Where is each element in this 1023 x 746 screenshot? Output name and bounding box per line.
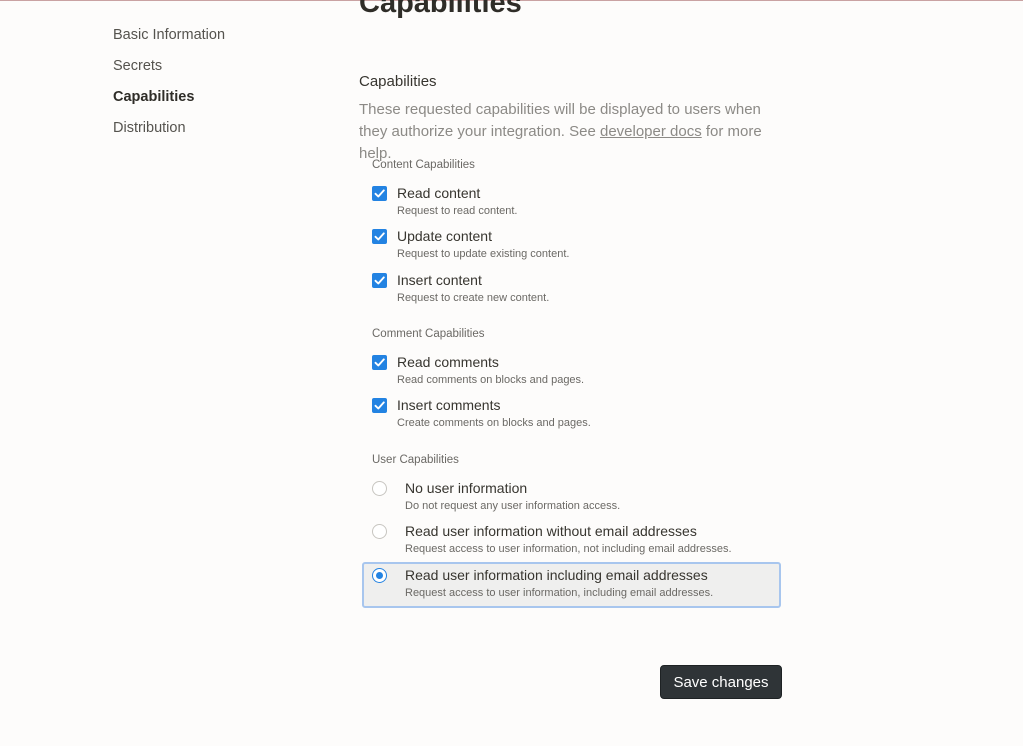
option-subtitle: Do not request any user information acce… [405, 500, 621, 512]
option-subtitle: Read comments on blocks and pages. [397, 374, 585, 386]
user-capabilities-label: User Capabilities [372, 454, 459, 466]
checkbox-checked[interactable] [372, 273, 387, 288]
save-changes-button[interactable]: Save changes [660, 665, 782, 699]
comment-capabilities-label: Comment Capabilities [372, 328, 485, 340]
checkbox-checked[interactable] [372, 398, 387, 413]
section-description: These requested capabilities will be dis… [359, 99, 789, 165]
option-subtitle: Request to update existing content. [397, 248, 570, 260]
section-title: Capabilities [359, 73, 437, 90]
developer-docs-link[interactable]: developer docs [600, 123, 702, 140]
checkbox-checked[interactable] [372, 186, 387, 201]
option-title: Read comments [397, 354, 499, 370]
sidebar-item-distribution[interactable]: Distribution [113, 119, 313, 150]
option-title: Insert content [397, 272, 482, 288]
option-title: Read user information without email addr… [405, 523, 697, 539]
checkbox-checked[interactable] [372, 229, 387, 244]
option-subtitle: Create comments on blocks and pages. [397, 417, 591, 429]
option-subtitle: Request to read content. [397, 205, 518, 217]
option-subtitle: Request access to user information, not … [405, 543, 732, 555]
option-subtitle: Request access to user information, incl… [405, 587, 714, 599]
option-title: Read content [397, 185, 481, 201]
settings-sidebar: Basic Information Secrets Capabilities D… [113, 26, 313, 150]
option-title: Update content [397, 228, 492, 244]
radio-button[interactable] [372, 481, 387, 496]
sidebar-item-basic-information[interactable]: Basic Information [113, 26, 313, 57]
option-subtitle: Request to create new content. [397, 292, 550, 304]
option-title: Read user information including email ad… [405, 567, 708, 583]
content-capabilities-label: Content Capabilities [372, 159, 475, 171]
radio-button[interactable] [372, 524, 387, 539]
option-title: Insert comments [397, 397, 501, 413]
sidebar-item-capabilities[interactable]: Capabilities [113, 88, 313, 119]
radio-button-selected[interactable] [372, 568, 387, 583]
page-title: Capabilities [359, 0, 522, 19]
sidebar-item-secrets[interactable]: Secrets [113, 57, 313, 88]
option-title: No user information [405, 480, 528, 496]
checkbox-checked[interactable] [372, 355, 387, 370]
